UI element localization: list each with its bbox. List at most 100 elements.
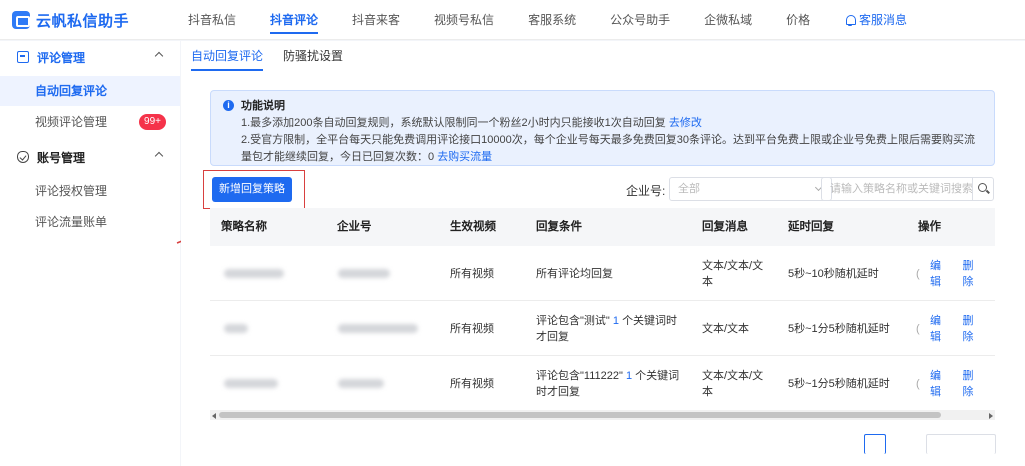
cell-condition: 评论包含"111222" 1 个关键词时才回复 [536, 356, 686, 411]
delete-link[interactable]: 删除 [963, 313, 984, 345]
column-header-message: 回复消息 [702, 221, 748, 233]
scroll-right-icon[interactable] [989, 413, 993, 419]
notice-line-2: 2.受官方限制，全平台每天只能免费调用评论接口10000次，每个企业号每天最多免… [241, 132, 984, 166]
nav-item-channels-dm[interactable]: 视频号私信 [434, 0, 494, 40]
strategy-table: 策略名称 企业号 生效视频 回复条件 回复消息 延时回复 操作 所有视频 所有评… [210, 208, 995, 411]
table-row: 所有视频 评论包含"111222" 1 个关键词时才回复 文本/文本/文本 5秒… [210, 356, 995, 411]
strategy-name-redacted [224, 301, 248, 356]
column-header-condition: 回复条件 [536, 221, 582, 233]
sidebar-group-comment-management[interactable]: 评论管理 [0, 42, 180, 72]
search-input[interactable] [822, 178, 972, 200]
app-name: 云帆私信助手 [36, 12, 130, 30]
strategy-name-redacted [224, 356, 278, 411]
main-nav: 抖音私信 抖音评论 抖音来客 视频号私信 客服系统 公众号助手 企微私域 价格 [188, 0, 844, 40]
column-header-company: 企业号 [337, 221, 372, 233]
sidebar-item-label: 评论授权管理 [35, 184, 108, 198]
search-icon[interactable] [972, 178, 994, 200]
nav-item-douyin-dm[interactable]: 抖音私信 [188, 0, 236, 40]
table-header: 策略名称 企业号 生效视频 回复条件 回复消息 延时回复 操作 [210, 208, 995, 246]
top-nav-bar: 云帆私信助手 抖音私信 抖音评论 抖音来客 视频号私信 客服系统 公众号助手 企… [0, 0, 1025, 40]
company-redacted [338, 246, 390, 301]
cell-actions: 编辑 删除 [930, 301, 995, 356]
sidebar-item-video-comments[interactable]: 视频评论管理 99+ [0, 107, 180, 137]
app-logo-icon [12, 11, 30, 29]
cell-video: 所有视频 [450, 377, 494, 390]
cell-delay: 5秒~1分5秒随机延时 [788, 377, 890, 390]
delete-link[interactable]: 删除 [963, 258, 984, 290]
sidebar-item-traffic-bill[interactable]: 评论流量账单 [0, 207, 180, 237]
shield-icon [17, 151, 29, 163]
table-row: 所有视频 评论包含"测试" 1 个关键词时才回复 文本/文本 5秒~1分5秒随机… [210, 301, 995, 356]
scroll-left-icon[interactable] [212, 413, 216, 419]
cell-message: 文本/文本/文本 [702, 369, 764, 398]
pagination-jump-box[interactable] [926, 434, 996, 454]
column-header-actions: 操作 [918, 221, 941, 233]
sidebar: 评论管理 自动回复评论 视频评论管理 99+ 账号管理 评论授权管理 评论流量账… [0, 41, 180, 466]
edit-link[interactable]: 编辑 [930, 368, 951, 400]
truncated-cell: ( [916, 377, 920, 390]
edit-link[interactable]: 编辑 [930, 313, 951, 345]
cell-message: 文本/文本/文本 [702, 259, 764, 288]
sidebar-item-comment-auth[interactable]: 评论授权管理 [0, 176, 180, 206]
cell-condition: 所有评论均回复 [536, 267, 613, 280]
company-redacted [338, 301, 418, 356]
strategy-name-redacted [224, 246, 284, 301]
service-messages-label: 客服消息 [859, 13, 908, 27]
cell-actions: 编辑 删除 [930, 356, 995, 411]
chevron-up-icon [154, 151, 164, 161]
count-badge: 99+ [139, 114, 166, 130]
service-messages-link[interactable]: 客服消息 [845, 0, 907, 40]
sidebar-item-auto-reply[interactable]: 自动回复评论 [0, 76, 180, 106]
scrollbar-thumb[interactable] [219, 412, 941, 418]
chevron-up-icon [154, 51, 164, 61]
pagination-current-page[interactable] [864, 434, 886, 454]
column-header-video: 生效视频 [450, 221, 496, 233]
search-box [821, 177, 994, 201]
notice-line-2-text: 2.受官方限制，全平台每天只能免费调用评论接口10000次，每个企业号每天最多免… [241, 134, 975, 163]
tab-auto-reply[interactable]: 自动回复评论 [191, 41, 264, 71]
condition-text: 评论包含"111222" [536, 369, 623, 382]
cell-video: 所有视频 [450, 267, 494, 280]
cell-condition: 评论包含"测试" 1 个关键词时才回复 [536, 301, 686, 356]
cell-delay: 5秒~1分5秒随机延时 [788, 322, 890, 335]
sidebar-group-account-management[interactable]: 账号管理 [0, 142, 180, 172]
app-logo[interactable]: 云帆私信助手 [12, 9, 129, 31]
content-tabs: 自动回复评论 防骚扰设置 [191, 41, 343, 71]
truncated-cell: ( [916, 267, 920, 280]
notice-line-1: 1.最多添加200条自动回复规则，系统默认限制同一个粉丝2小时内只能接收1次自动… [241, 115, 984, 132]
buy-traffic-link[interactable]: 去购买流量 [437, 151, 492, 163]
comment-icon [17, 51, 29, 63]
delete-link[interactable]: 删除 [963, 368, 984, 400]
keyword-count[interactable]: 1 [626, 370, 632, 382]
company-select[interactable]: 全部 [669, 177, 832, 201]
column-header-delay: 延时回复 [788, 221, 834, 233]
column-header-strategy: 策略名称 [221, 221, 267, 233]
notice-line-1-text: 1.最多添加200条自动回复规则，系统默认限制同一个粉丝2小时内只能接收1次自动… [241, 117, 666, 129]
sidebar-item-label: 自动回复评论 [35, 84, 108, 98]
notice-title: 功能说明 [241, 100, 285, 112]
cell-delay: 5秒~10秒随机延时 [788, 267, 879, 280]
nav-item-wecom[interactable]: 企微私域 [704, 0, 752, 40]
bell-icon [845, 14, 856, 26]
sidebar-item-label: 视频评论管理 [35, 115, 108, 129]
keyword-count[interactable]: 1 [613, 315, 619, 327]
edit-link[interactable]: 编辑 [930, 258, 951, 290]
nav-item-pricing[interactable]: 价格 [786, 0, 810, 40]
nav-item-customer-service[interactable]: 客服系统 [528, 0, 576, 40]
tab-anti-harassment[interactable]: 防骚扰设置 [283, 41, 343, 71]
modify-link[interactable]: 去修改 [669, 117, 702, 129]
condition-text: 评论包含"测试" [536, 314, 610, 327]
nav-item-douyin-laike[interactable]: 抖音来客 [352, 0, 400, 40]
truncated-cell: ( [916, 322, 920, 335]
add-strategy-button[interactable]: 新增回复策略 [212, 177, 292, 202]
nav-item-douyin-comments[interactable]: 抖音评论 [270, 0, 319, 40]
sidebar-item-label: 评论流量账单 [35, 215, 108, 229]
info-icon: i [223, 100, 234, 111]
sidebar-group-label: 评论管理 [37, 50, 86, 65]
horizontal-scrollbar[interactable] [210, 410, 995, 420]
nav-item-official-account[interactable]: 公众号助手 [610, 0, 670, 40]
company-redacted [338, 356, 384, 411]
cell-actions: 编辑 删除 [930, 246, 995, 301]
sidebar-group-label: 账号管理 [37, 150, 86, 165]
main-content: 自动回复评论 防骚扰设置 i 功能说明 1.最多添加200条自动回复规则，系统默… [181, 41, 1025, 466]
